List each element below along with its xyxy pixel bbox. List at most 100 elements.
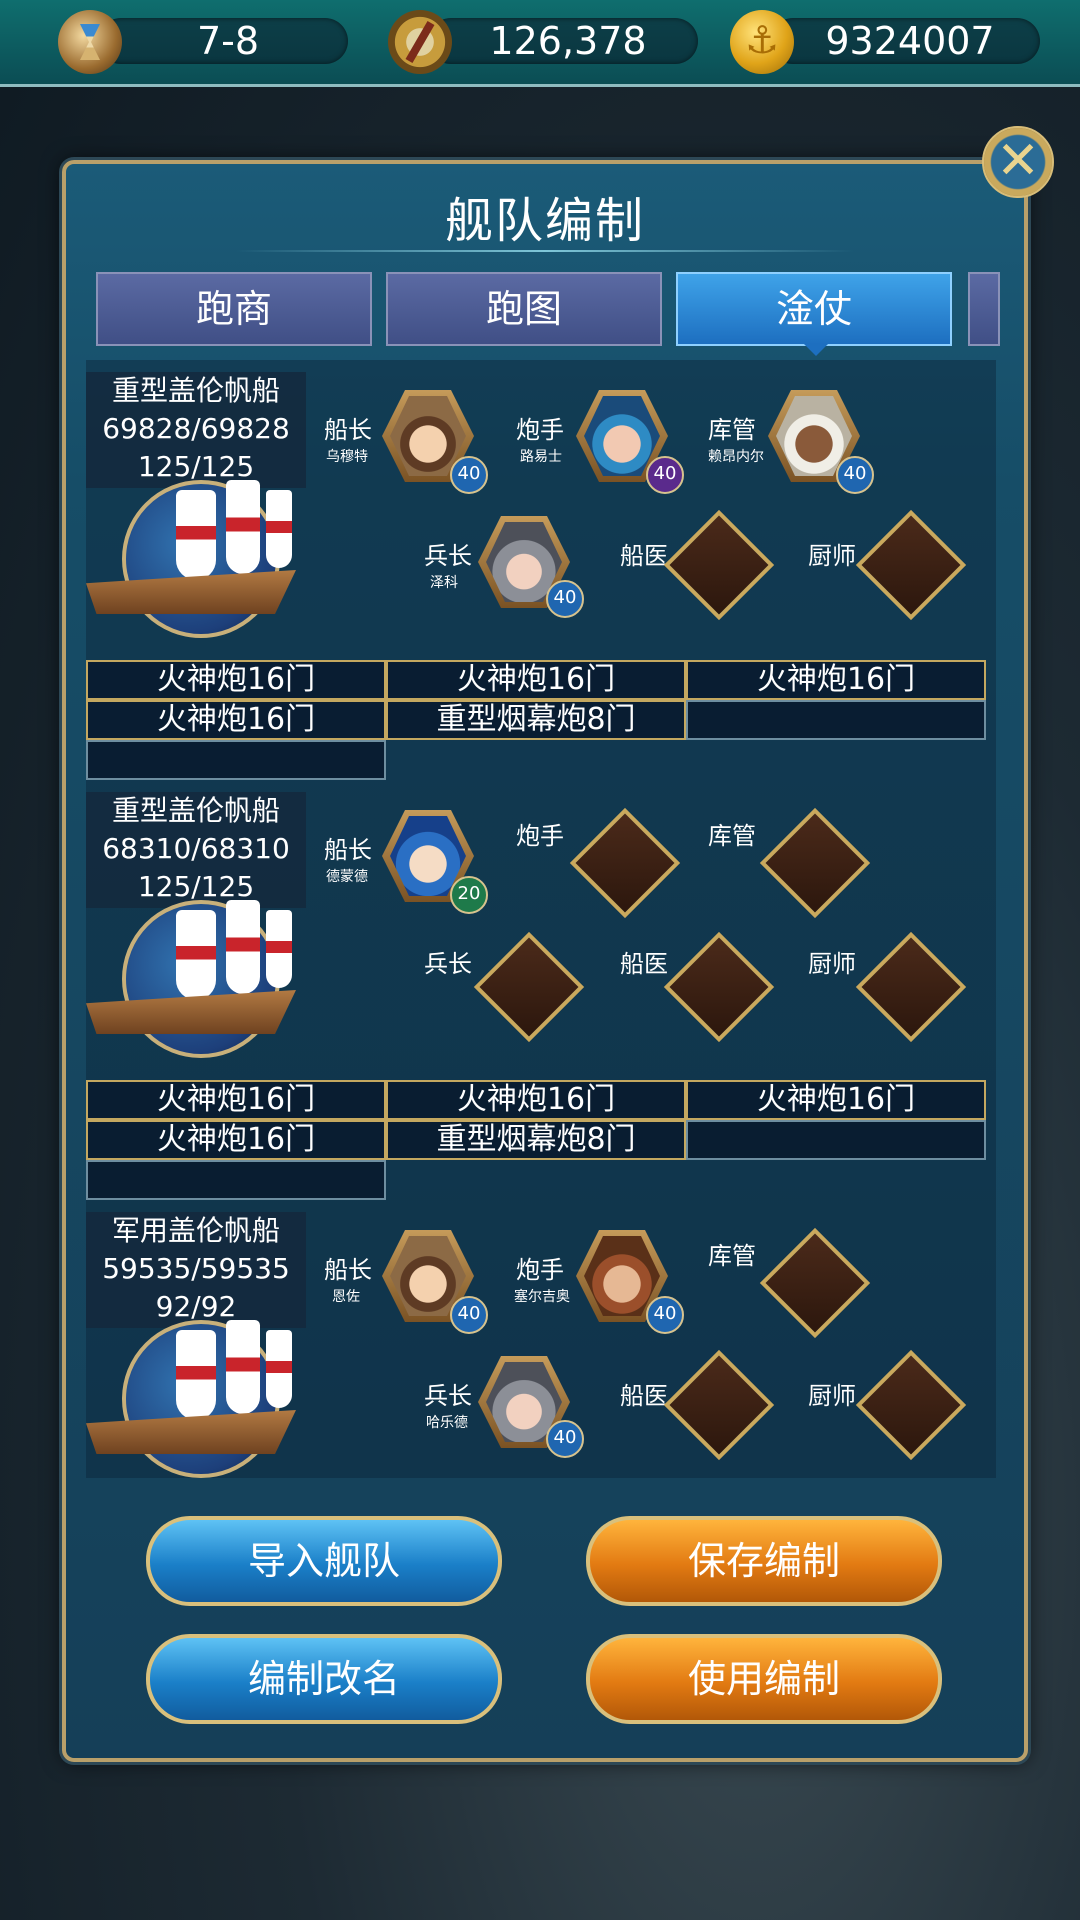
ship-sail: [226, 480, 260, 574]
soldier-empty-slot[interactable]: [473, 931, 585, 1043]
ship-sail: [176, 910, 216, 1000]
role-doctor: 船医: [620, 950, 668, 978]
ship-name: 军用盖伦帆船: [111, 1214, 280, 1247]
weapon-slot-empty[interactable]: [86, 1160, 386, 1200]
weapon-slot[interactable]: 火神炮16门: [86, 1120, 386, 1160]
gold-stat: 9324007: [730, 10, 1040, 74]
tab-battle[interactable]: 淦仗: [676, 272, 952, 356]
captain-level: 40: [450, 1296, 488, 1334]
role-gunner: 炮手: [516, 822, 564, 850]
role-quartermaster: 库管: [708, 1242, 756, 1270]
rename-formation-button[interactable]: 编制改名: [146, 1634, 502, 1724]
ship-hp: 59535/59535: [102, 1252, 290, 1285]
gunner-level: 40: [646, 1296, 684, 1334]
ship-hp: 68310/68310: [102, 832, 290, 865]
stage-stat: 7-8: [58, 10, 348, 74]
weapon-slot[interactable]: 重型烟幕炮8门: [386, 1120, 686, 1160]
stage-value: 7-8: [196, 19, 260, 63]
ship-hp: 69828/69828: [102, 412, 290, 445]
ship-sail: [266, 490, 292, 568]
weapon-grid: 火神炮16门 火神炮16门 火神炮16门 火神炮16门 重型烟幕炮8门: [86, 1080, 996, 1200]
role-doctor: 船医: [620, 1382, 668, 1410]
ship-sail: [176, 1330, 216, 1420]
soldier-name: 哈乐德: [426, 1415, 468, 1431]
ship-sail: [176, 490, 216, 580]
ship-name: 重型盖伦帆船: [111, 794, 280, 827]
ship-sail: [266, 1330, 292, 1408]
soldier-level: 40: [546, 580, 584, 618]
tab-explore[interactable]: 跑图: [386, 272, 662, 346]
role-gunner: 炮手: [516, 416, 564, 444]
captain-level: 20: [450, 876, 488, 914]
use-formation-button[interactable]: 使用编制: [586, 1634, 942, 1724]
weapon-slot[interactable]: 火神炮16门: [686, 1080, 986, 1120]
close-icon[interactable]: ✕: [982, 126, 1054, 198]
role-soldier: 兵长: [424, 542, 472, 570]
title-divider: [236, 250, 854, 252]
weapon-slot[interactable]: 火神炮16门: [386, 660, 686, 700]
ship-sail: [266, 910, 292, 988]
gunner-empty-slot[interactable]: [569, 807, 681, 919]
weapon-slot-empty[interactable]: [686, 1120, 986, 1160]
ship-card: 重型盖伦帆船 69828/69828 125/125 船长 乌穆特 40 炮手 …: [86, 360, 996, 780]
quartermaster-empty-slot[interactable]: [759, 807, 871, 919]
role-gunner: 炮手: [516, 1256, 564, 1284]
role-captain: 船长: [324, 836, 372, 864]
gunner-name: 塞尔吉奥: [514, 1289, 570, 1305]
compass-icon: [388, 10, 452, 74]
weapon-slot-empty[interactable]: [686, 700, 986, 740]
soldier-name: 泽科: [430, 575, 458, 591]
ship-card: 重型盖伦帆船 68310/68310 125/125 船长 德蒙德 20 炮手 …: [86, 780, 996, 1200]
ship-image[interactable]: [86, 890, 316, 1058]
tab-trade[interactable]: 跑商: [96, 272, 372, 346]
role-cook: 厨师: [808, 1382, 856, 1410]
weapon-slot[interactable]: 火神炮16门: [86, 660, 386, 700]
ship-image[interactable]: [86, 1310, 316, 1478]
doctor-empty-slot[interactable]: [663, 1349, 775, 1461]
role-captain: 船长: [324, 416, 372, 444]
role-cook: 厨师: [808, 542, 856, 570]
role-soldier: 兵长: [424, 1382, 472, 1410]
weapon-slot[interactable]: 火神炮16门: [86, 1080, 386, 1120]
role-soldier: 兵长: [424, 950, 472, 978]
fleet-list[interactable]: 重型盖伦帆船 69828/69828 125/125 船长 乌穆特 40 炮手 …: [86, 360, 996, 1478]
fame-value: 126,378: [489, 19, 647, 63]
quartermaster-name: 赖昂内尔: [708, 449, 764, 465]
ship-sail: [226, 900, 260, 994]
weapon-slot[interactable]: 火神炮16门: [86, 700, 386, 740]
top-status-bar: 7-8 126,378 9324007: [0, 0, 1080, 87]
weapon-slot-empty[interactable]: [86, 740, 386, 780]
weapon-slot[interactable]: 火神炮16门: [686, 660, 986, 700]
gunner-name: 路易士: [520, 449, 562, 465]
quartermaster-level: 40: [836, 456, 874, 494]
weapon-slot[interactable]: 重型烟幕炮8门: [386, 700, 686, 740]
import-fleet-button[interactable]: 导入舰队: [146, 1516, 502, 1606]
gold-coin-icon: [730, 10, 794, 74]
tab-more[interactable]: [968, 272, 1000, 346]
save-formation-button[interactable]: 保存编制: [586, 1516, 942, 1606]
cook-empty-slot[interactable]: [855, 509, 967, 621]
soldier-level: 40: [546, 1420, 584, 1458]
weapon-slot[interactable]: 火神炮16门: [386, 1080, 686, 1120]
ship-image[interactable]: [86, 470, 316, 638]
role-quartermaster: 库管: [708, 822, 756, 850]
ship-name: 重型盖伦帆船: [111, 374, 280, 407]
captain-name: 乌穆特: [326, 449, 368, 465]
captain-name: 德蒙德: [326, 869, 368, 885]
gold-value: 9324007: [825, 19, 995, 63]
role-cook: 厨师: [808, 950, 856, 978]
ship-sail: [226, 1320, 260, 1414]
ship-card: 军用盖伦帆船 59535/59535 92/92 船长 恩佐 40 炮手 塞尔吉…: [86, 1200, 996, 1478]
role-captain: 船长: [324, 1256, 372, 1284]
cook-empty-slot[interactable]: [855, 931, 967, 1043]
weapon-grid: 火神炮16门 火神炮16门 火神炮16门 火神炮16门 重型烟幕炮8门: [86, 660, 996, 780]
quartermaster-empty-slot[interactable]: [759, 1227, 871, 1339]
doctor-empty-slot[interactable]: [663, 509, 775, 621]
fame-stat: 126,378: [388, 10, 698, 74]
doctor-empty-slot[interactable]: [663, 931, 775, 1043]
formation-tabs: 跑商 跑图 淦仗: [96, 272, 1000, 356]
hourglass-icon: [58, 10, 122, 74]
role-doctor: 船医: [620, 542, 668, 570]
cook-empty-slot[interactable]: [855, 1349, 967, 1461]
role-quartermaster: 库管: [708, 416, 756, 444]
